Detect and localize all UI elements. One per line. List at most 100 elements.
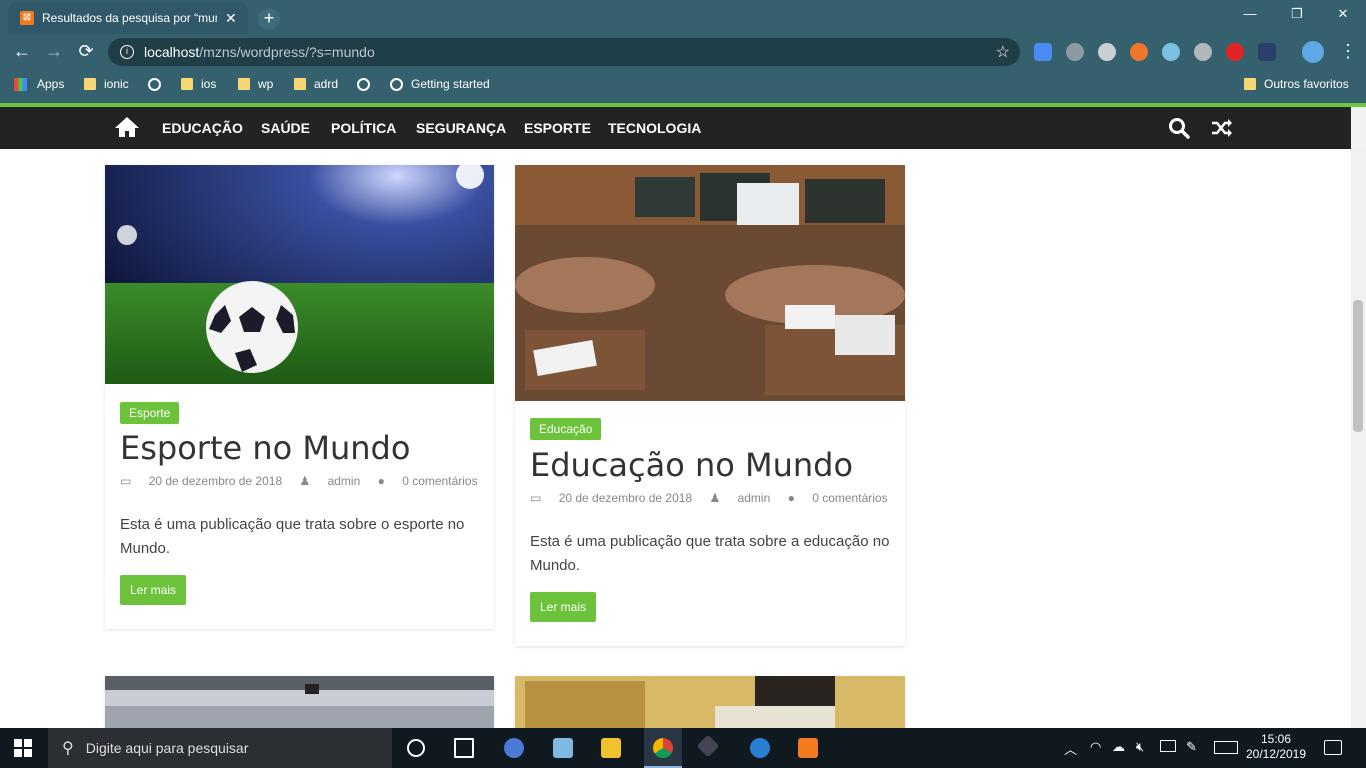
search-icon: ⚲ xyxy=(62,740,74,757)
browser-tab[interactable]: ⊠ Resultados da pesquisa por “mundo” ✕ xyxy=(8,2,248,34)
edge-icon[interactable] xyxy=(750,738,770,758)
nav-item-educacao[interactable]: EDUCAÇÃO xyxy=(162,120,243,136)
post-thumbnail-laboratory[interactable] xyxy=(515,676,905,728)
bookmark-ios[interactable]: ios xyxy=(181,75,216,93)
bookmark-apps[interactable]: Apps xyxy=(14,75,64,93)
post-author[interactable]: admin xyxy=(328,474,361,488)
read-more-button[interactable]: Ler mais xyxy=(120,575,187,605)
category-badge[interactable]: Educação xyxy=(530,418,602,440)
bookmark-label: wp xyxy=(258,77,274,91)
taskbar-search-box[interactable]: ⚲ Digite aqui para pesquisar xyxy=(48,728,392,768)
windows-start-icon[interactable] xyxy=(14,739,32,757)
url-path: /mzns/wordpress/?s=mundo xyxy=(199,44,375,60)
maximize-button[interactable]: ❐ xyxy=(1277,6,1317,22)
calendar-icon: ▭ xyxy=(530,491,542,505)
folder-icon xyxy=(1244,78,1256,90)
post-card: Esporte Esporte no Mundo ▭ 20 de dezembr… xyxy=(105,165,494,629)
chrome-icon xyxy=(653,738,673,758)
battery-icon[interactable] xyxy=(1160,740,1176,752)
pen-icon[interactable]: ✎ xyxy=(1186,739,1197,755)
bookmark-label: adrd xyxy=(314,77,339,91)
globe-icon xyxy=(390,77,403,91)
post-thumbnail-classroom[interactable] xyxy=(515,165,905,401)
ubuntu-extension-icon[interactable] xyxy=(1130,43,1148,61)
comment-icon: ● xyxy=(377,474,385,488)
post-author[interactable]: admin xyxy=(738,491,771,505)
target-extension-icon[interactable] xyxy=(1194,43,1212,61)
back-button[interactable]: ← xyxy=(10,41,34,62)
close-window-button[interactable]: ✕ xyxy=(1323,6,1363,22)
nav-item-saude[interactable]: SAÚDE xyxy=(261,120,310,136)
shuffle-icon[interactable] xyxy=(1211,117,1233,139)
bookmark-getting-started[interactable]: Getting started xyxy=(390,75,490,93)
home-icon[interactable] xyxy=(114,116,140,138)
info-icon[interactable]: i xyxy=(120,45,134,59)
address-bar[interactable]: i localhost/mzns/wordpress/?s=mundo ☆ xyxy=(108,38,1020,66)
bookmark-ionic[interactable]: ionic xyxy=(84,75,129,93)
nav-item-esporte[interactable]: ESPORTE xyxy=(524,120,591,136)
file-explorer-icon[interactable] xyxy=(601,738,621,758)
bookmark-label: Getting started xyxy=(411,77,490,91)
site-main-nav: EDUCAÇÃO SAÚDE POLÍTICA SEGURANÇA ESPORT… xyxy=(0,107,1351,149)
task-view-icon[interactable] xyxy=(454,738,474,758)
keyboard-icon[interactable] xyxy=(1214,741,1238,754)
nav-item-tecnologia[interactable]: TECNOLOGIA xyxy=(608,120,701,136)
scrollbar-thumb[interactable] xyxy=(1353,300,1363,432)
app-icon-shield[interactable] xyxy=(504,738,524,758)
post-thumbnail-soccer-ball[interactable] xyxy=(105,165,494,384)
post-meta: ▭ 20 de dezembro de 2018 ♟ admin ● 0 com… xyxy=(530,491,902,505)
new-tab-button[interactable]: + xyxy=(258,8,280,30)
post-meta: ▭ 20 de dezembro de 2018 ♟ admin ● 0 com… xyxy=(120,474,492,488)
post-title[interactable]: Esporte no Mundo xyxy=(120,429,410,467)
category-badge[interactable]: Esporte xyxy=(120,402,180,424)
volume-muted-icon[interactable]: 🔇︎ xyxy=(1136,739,1144,755)
bookmark-label: Outros favoritos xyxy=(1264,77,1349,91)
post-date[interactable]: 20 de dezembro de 2018 xyxy=(149,474,282,488)
read-more-button[interactable]: Ler mais xyxy=(530,592,597,622)
hand-extension-icon[interactable] xyxy=(1226,43,1244,61)
bookmark-label: Apps xyxy=(37,77,65,91)
post-card-partial xyxy=(515,676,905,728)
xampp-icon[interactable] xyxy=(798,738,818,758)
app-icon-notes[interactable] xyxy=(553,738,573,758)
app-icon-unity[interactable] xyxy=(696,734,720,758)
network-icon[interactable]: ◠ xyxy=(1090,739,1101,755)
net-extension-icon[interactable] xyxy=(1258,43,1276,61)
system-clock[interactable]: 15:06 20/12/2019 xyxy=(1240,732,1312,762)
search-icon[interactable] xyxy=(1168,117,1190,139)
minimize-button[interactable]: — xyxy=(1230,6,1270,21)
nav-item-politica[interactable]: POLÍTICA xyxy=(331,120,396,136)
clock-date: 20/12/2019 xyxy=(1245,747,1307,761)
cloud-icon[interactable]: ☁ xyxy=(1112,739,1125,755)
windows-taskbar: ⚲ Digite aqui para pesquisar ︿ ◠ ☁ 🔇︎ ✎ … xyxy=(0,728,1366,768)
tab-close-icon[interactable]: ✕ xyxy=(225,10,237,27)
notifications-icon[interactable] xyxy=(1324,740,1342,755)
menu-kebab-icon[interactable]: ⋮ xyxy=(1336,41,1360,62)
film-extension-icon[interactable] xyxy=(1098,43,1116,61)
post-thumbnail-stadium[interactable] xyxy=(105,676,494,728)
post-comments[interactable]: 0 comentários xyxy=(812,491,887,505)
calendar-icon: ▭ xyxy=(120,474,132,488)
browser-chrome: ⊠ Resultados da pesquisa por “mundo” ✕ +… xyxy=(0,0,1366,103)
chrome-taskbar-slot[interactable] xyxy=(644,728,682,768)
bookmark-adrd[interactable]: adrd xyxy=(294,75,338,93)
forward-button[interactable]: → xyxy=(42,41,66,62)
nav-item-seguranca[interactable]: SEGURANÇA xyxy=(416,120,506,136)
react-extension-icon[interactable] xyxy=(1162,43,1180,61)
bookmark-star-icon[interactable]: ☆ xyxy=(996,42,1010,62)
post-comments[interactable]: 0 comentários xyxy=(402,474,477,488)
profile-avatar[interactable] xyxy=(1302,41,1324,63)
chevron-up-icon[interactable]: ︿ xyxy=(1064,739,1077,758)
bookmark-globe-2[interactable] xyxy=(357,75,378,93)
bulb-extension-icon[interactable] xyxy=(1066,43,1084,61)
post-title[interactable]: Educação no Mundo xyxy=(530,446,853,484)
translate-extension-icon[interactable] xyxy=(1034,43,1052,61)
reload-button[interactable]: ⟳ xyxy=(74,41,98,62)
page-scrollbar[interactable] xyxy=(1351,149,1366,728)
post-date[interactable]: 20 de dezembro de 2018 xyxy=(559,491,692,505)
cortana-icon[interactable] xyxy=(407,739,425,757)
bookmark-label: ionic xyxy=(104,77,129,91)
bookmark-wp[interactable]: wp xyxy=(238,75,273,93)
bookmark-globe-1[interactable] xyxy=(148,75,169,93)
bookmark-other-favorites[interactable]: Outros favoritos xyxy=(1244,75,1349,93)
